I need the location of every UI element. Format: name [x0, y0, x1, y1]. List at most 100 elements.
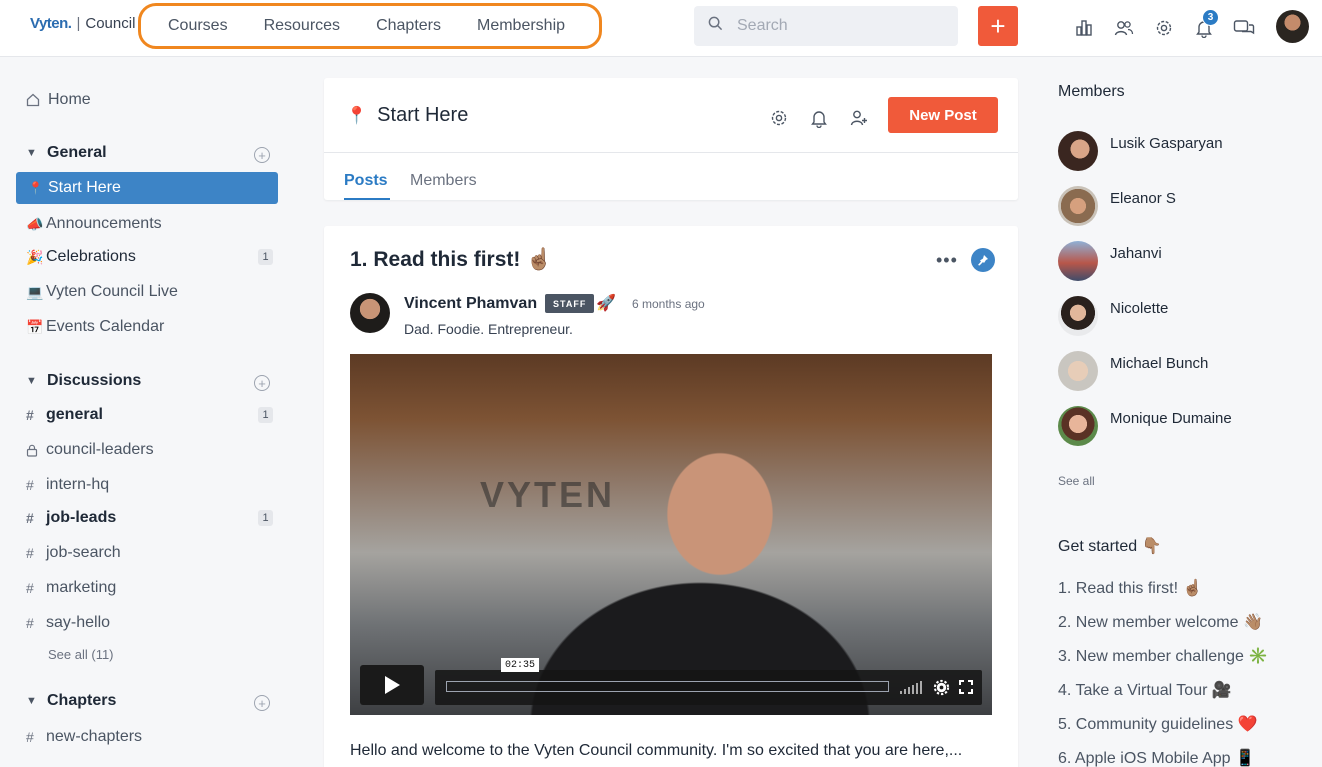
- sidebar-item-events-calendar[interactable]: 📅 Events Calendar: [26, 313, 164, 341]
- unread-count: 1: [258, 407, 273, 423]
- space-notifications-icon[interactable]: [808, 107, 830, 129]
- sidebar-item-job-leads[interactable]: # job-leads: [26, 504, 116, 532]
- member-name: Eleanor S: [1110, 190, 1176, 207]
- sidebar-item-label: Events Calendar: [46, 318, 165, 335]
- lock-icon: [26, 444, 46, 457]
- sidebar-item-general[interactable]: # general: [26, 401, 103, 429]
- pinned-icon[interactable]: [971, 248, 995, 272]
- space-title-text: Start Here: [377, 104, 469, 126]
- members-heading: Members: [1058, 83, 1125, 100]
- tab-members[interactable]: Members: [410, 172, 477, 190]
- nav-courses[interactable]: Courses: [168, 17, 228, 35]
- space-header: 📍 Start Here New Post Posts Members: [324, 78, 1018, 200]
- get-started-heading: Get started 👇🏽: [1058, 538, 1162, 555]
- top-nav: Courses Resources Chapters Membership: [138, 3, 602, 49]
- author-avatar[interactable]: [350, 293, 390, 333]
- section-discussions[interactable]: ▼ Discussions: [26, 369, 141, 393]
- space-settings-icon[interactable]: [768, 107, 790, 129]
- member-avatar: [1058, 351, 1098, 391]
- sidebar-item-announcements[interactable]: 📣 Announcements: [26, 210, 162, 238]
- left-sidebar: Home ▼ General + 📍 Start Here 📣 Announce…: [0, 58, 300, 767]
- author-name[interactable]: Vincent Phamvan: [404, 295, 537, 313]
- members-icon[interactable]: [1113, 17, 1135, 39]
- sidebar-item-council-leaders[interactable]: council-leaders: [26, 436, 154, 464]
- sidebar-item-new-chapters[interactable]: # new-chapters: [26, 723, 142, 751]
- sidebar-item-start-here[interactable]: 📍 Start Here: [16, 172, 278, 204]
- control-bar: 02:35: [435, 658, 982, 705]
- get-started-link[interactable]: 6. Apple iOS Mobile App 📱: [1058, 748, 1255, 767]
- fullscreen-icon[interactable]: [959, 680, 973, 699]
- member-item[interactable]: Lusik Gasparyan: [1058, 131, 1318, 173]
- logo[interactable]: Vyten. | Council: [30, 15, 135, 32]
- get-started-link[interactable]: 3. New member challenge ✳️: [1058, 646, 1268, 666]
- section-chapters[interactable]: ▼ Chapters: [26, 689, 116, 713]
- post-title[interactable]: 1. Read this first! ☝🏽: [350, 248, 552, 272]
- video-player[interactable]: VYTEN 02:35: [350, 354, 992, 715]
- member-avatar: [1058, 186, 1098, 226]
- member-item[interactable]: Michael Bunch: [1058, 351, 1318, 393]
- add-space-icon[interactable]: +: [254, 147, 270, 163]
- member-item[interactable]: Jahanvi: [1058, 241, 1318, 283]
- sidebar-item-label: marketing: [46, 579, 117, 596]
- video-progress-bar[interactable]: [446, 681, 889, 692]
- get-started-link[interactable]: 2. New member welcome 👋🏽: [1058, 612, 1263, 632]
- sidebar-item-celebrations[interactable]: 🎉 Celebrations: [26, 243, 136, 271]
- settings-icon[interactable]: [1153, 17, 1175, 39]
- add-member-icon[interactable]: [848, 107, 870, 129]
- pin-icon: 📍: [28, 181, 43, 195]
- user-avatar[interactable]: [1276, 10, 1309, 43]
- get-started-link[interactable]: 1. Read this first! ☝🏽: [1058, 578, 1202, 598]
- sidebar-item-intern-hq[interactable]: # intern-hq: [26, 471, 109, 499]
- sidebar-item-marketing[interactable]: # marketing: [26, 574, 116, 602]
- search-box[interactable]: [694, 6, 958, 46]
- nav-membership[interactable]: Membership: [477, 17, 565, 35]
- get-started-link[interactable]: 4. Take a Virtual Tour 🎥: [1058, 680, 1232, 700]
- home-icon: [26, 93, 46, 107]
- sidebar-item-label: Home: [48, 91, 91, 108]
- create-button[interactable]: +: [978, 6, 1018, 46]
- logo-community: Council: [85, 15, 136, 32]
- sidebar-item-label: Announcements: [46, 215, 162, 232]
- see-all-members-link[interactable]: See all: [1058, 474, 1095, 488]
- member-item[interactable]: Nicolette: [1058, 296, 1318, 338]
- tab-posts[interactable]: Posts: [344, 172, 388, 190]
- logo-brand: Vyten.: [30, 15, 72, 32]
- nav-resources[interactable]: Resources: [264, 17, 340, 35]
- section-title: Chapters: [47, 692, 117, 709]
- member-item[interactable]: Monique Dumaine: [1058, 406, 1318, 448]
- video-controls: 02:35: [360, 658, 982, 705]
- leaderboard-icon[interactable]: [1073, 17, 1095, 39]
- sidebar-item-job-search[interactable]: # job-search: [26, 539, 121, 567]
- more-options-icon[interactable]: •••: [936, 250, 958, 271]
- post-timestamp[interactable]: 6 months ago: [632, 297, 705, 311]
- sidebar-item-label: job-leads: [46, 509, 117, 526]
- member-name: Michael Bunch: [1110, 355, 1209, 372]
- member-avatar: [1058, 406, 1098, 446]
- sidebar-item-label: intern-hq: [46, 476, 110, 493]
- section-general[interactable]: ▼ General: [26, 141, 107, 165]
- post-card: 1. Read this first! ☝🏽 ••• Vincent Phamv…: [324, 226, 1018, 767]
- new-post-button[interactable]: New Post: [888, 97, 998, 133]
- play-button[interactable]: [360, 665, 424, 705]
- messages-icon[interactable]: [1233, 17, 1255, 39]
- active-tab-indicator: [344, 198, 390, 200]
- computer-icon: 💻: [26, 283, 44, 300]
- nav-chapters[interactable]: Chapters: [376, 17, 441, 35]
- add-space-icon[interactable]: +: [254, 695, 270, 711]
- megaphone-icon: 📣: [26, 215, 44, 232]
- sidebar-item-label: council-leaders: [46, 441, 154, 458]
- member-name: Jahanvi: [1110, 245, 1162, 262]
- sidebar-item-say-hello[interactable]: # say-hello: [26, 609, 110, 637]
- sidebar-item-council-live[interactable]: 💻 Vyten Council Live: [26, 278, 178, 306]
- right-sidebar: Members Lusik Gasparyan Eleanor S Jahanv…: [1040, 58, 1322, 767]
- space-title: 📍 Start Here: [346, 104, 468, 127]
- volume-icon[interactable]: [900, 681, 924, 699]
- member-item[interactable]: Eleanor S: [1058, 186, 1318, 228]
- see-all-discussions-link[interactable]: See all (11): [48, 647, 114, 662]
- add-space-icon[interactable]: +: [254, 375, 270, 391]
- search-input[interactable]: [737, 17, 937, 35]
- sidebar-item-home[interactable]: Home: [26, 86, 91, 114]
- video-settings-icon[interactable]: [933, 679, 950, 701]
- get-started-link[interactable]: 5. Community guidelines ❤️: [1058, 714, 1258, 734]
- post-body: Hello and welcome to the Vyten Council c…: [350, 742, 963, 759]
